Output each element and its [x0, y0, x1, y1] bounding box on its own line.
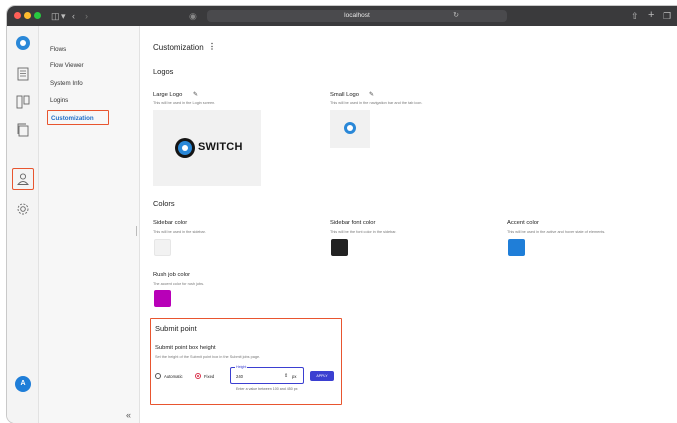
users-icon[interactable]	[15, 171, 31, 187]
sidebar-item-flow-viewer[interactable]: Flow Viewer	[50, 61, 84, 70]
height-input[interactable]: Height 240 ⇕ px	[230, 365, 304, 384]
large-logo-label: Large Logo	[153, 92, 183, 98]
main-content: Customization ⋮ Logos Large Logo ✎ This …	[140, 26, 677, 423]
fixed-radio[interactable]	[195, 373, 201, 379]
switch-small-logo-icon	[344, 122, 356, 134]
accent-color-label: Accent color	[507, 220, 539, 226]
edit-small-logo-icon[interactable]: ✎	[369, 91, 374, 98]
sidebar-item-system-info[interactable]: System Info	[50, 79, 83, 88]
submit-point-panel: Submit point Submit point box height Set…	[150, 318, 342, 405]
height-helper-text: Enter a value between 100 and 450 px	[236, 387, 298, 391]
height-unit: px	[292, 374, 297, 379]
stepper-arrows-icon[interactable]: ⇕	[284, 373, 288, 379]
new-tab-icon[interactable]: +	[648, 8, 654, 22]
page-title: Customization	[153, 43, 204, 52]
height-input-value[interactable]: 240	[236, 374, 243, 379]
kanban-icon[interactable]	[15, 94, 31, 110]
collapse-sidebar-icon[interactable]: «	[126, 410, 131, 420]
tab-overview-icon[interactable]: ❐	[663, 9, 671, 23]
sidebar-font-color-swatch[interactable]	[331, 239, 348, 256]
sidebar-font-color-description: This will be the font color in the sideb…	[330, 230, 397, 234]
switch-logo-icon[interactable]	[16, 36, 30, 50]
avatar[interactable]: A	[15, 376, 31, 392]
accent-color-description: This will be used in the active and hove…	[507, 230, 606, 234]
sidebar-item-customization[interactable]: Customization	[51, 114, 94, 123]
sidebar-color-swatch[interactable]	[154, 239, 171, 256]
small-logo-label: Small Logo	[330, 92, 360, 98]
url-text: localhost	[344, 12, 370, 19]
large-logo-preview[interactable]: SWITCH	[153, 110, 261, 186]
colors-section-title: Colors	[153, 199, 175, 208]
submit-point-section-title: Submit point	[155, 324, 197, 333]
stacked-files-icon[interactable]	[15, 122, 31, 138]
forward-arrow-icon[interactable]: ›	[85, 9, 88, 23]
rush-job-color-description: The accent color for rush jobs.	[153, 282, 205, 286]
gear-icon[interactable]	[15, 201, 31, 217]
resize-handle[interactable]	[136, 226, 138, 236]
large-logo-description: This will be used in the Login screen.	[153, 101, 216, 105]
automatic-radio-label[interactable]: Automatic	[164, 374, 183, 379]
sidebar-toggle-icon[interactable]: ◫	[51, 9, 60, 23]
page-settings-icon[interactable]: ◉	[189, 9, 197, 23]
automatic-radio[interactable]	[155, 373, 161, 379]
back-arrow-icon[interactable]: ‹	[72, 9, 75, 23]
small-logo-preview[interactable]	[330, 110, 370, 148]
sidebar-font-color-label: Sidebar font color	[330, 220, 376, 226]
edit-large-logo-icon[interactable]: ✎	[193, 91, 198, 98]
small-logo-description: This will be used in the navigation bar …	[330, 101, 423, 105]
settings-sidebar: Flows Flow Viewer System Info Logins Cus…	[39, 26, 140, 423]
address-bar[interactable]: localhost ↻	[207, 10, 507, 22]
sidebar-item-flows[interactable]: Flows	[50, 45, 66, 54]
document-icon[interactable]	[15, 66, 31, 82]
logos-section-title: Logos	[153, 67, 174, 76]
browser-titlebar: ◫ ▾ ‹ › ◉ localhost ↻ ⇧ + ❐	[7, 6, 677, 26]
switch-logo-mark-icon	[175, 138, 195, 158]
logo-wordmark: SWITCH	[198, 141, 243, 153]
submit-point-height-label: Submit point box height	[155, 345, 216, 351]
reload-icon[interactable]: ↻	[453, 10, 459, 22]
fixed-radio-label[interactable]: Fixed	[204, 374, 214, 379]
minimize-window-button[interactable]	[24, 12, 31, 19]
rush-job-color-swatch[interactable]	[154, 290, 171, 307]
accent-color-swatch[interactable]	[508, 239, 525, 256]
apply-button[interactable]: APPLY	[310, 371, 334, 381]
rush-job-color-label: Rush job color	[153, 272, 191, 278]
sidebar-item-logins[interactable]: Logins	[50, 96, 68, 105]
height-input-legend: Height	[235, 365, 248, 370]
more-options-icon[interactable]: ⋮	[208, 42, 216, 51]
browser-window: ◫ ▾ ‹ › ◉ localhost ↻ ⇧ + ❐ A Flows Flow…	[7, 6, 677, 423]
close-window-button[interactable]	[14, 12, 21, 19]
sidebar-color-description: This will be used in the sidebar.	[153, 230, 206, 234]
submit-point-height-description: Set the height of the Submit point box i…	[155, 355, 261, 359]
app-icon-rail: A	[7, 26, 39, 423]
sidebar-color-label: Sidebar color	[153, 220, 188, 226]
chevron-down-icon[interactable]: ▾	[61, 9, 66, 23]
maximize-window-button[interactable]	[34, 12, 41, 19]
share-icon[interactable]: ⇧	[631, 9, 639, 23]
